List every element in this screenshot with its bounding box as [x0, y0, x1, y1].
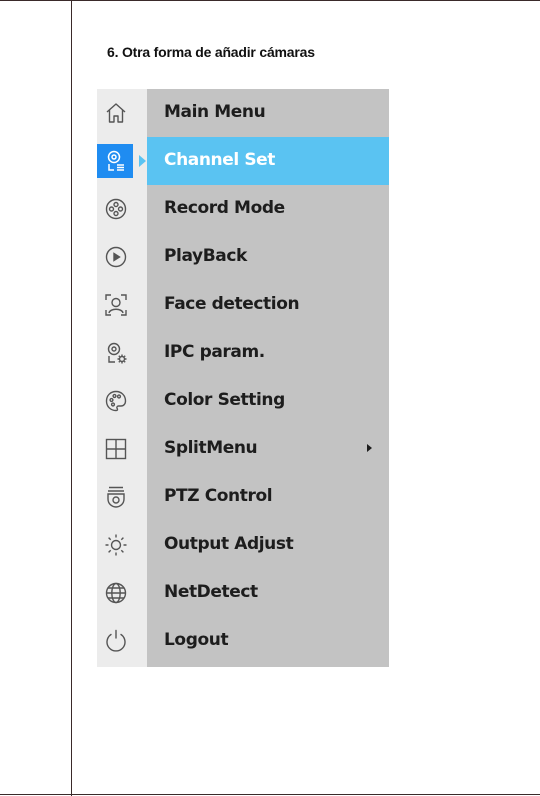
- menu-item-logout[interactable]: Logout: [97, 617, 389, 665]
- menu-item-netdetect[interactable]: NetDetect: [97, 569, 389, 617]
- menu-item-label: SplitMenu: [164, 438, 258, 458]
- menu-item-split-menu[interactable]: SplitMenu: [97, 425, 389, 473]
- split-grid-icon: [104, 437, 128, 461]
- menu-item-record-mode[interactable]: Record Mode: [97, 185, 389, 233]
- brightness-icon: [104, 533, 128, 557]
- menu-item-label: Color Setting: [164, 390, 285, 410]
- menu-item-label: Output Adjust: [164, 534, 294, 554]
- menu-item-label: Record Mode: [164, 198, 285, 218]
- top-border-line: [0, 0, 540, 1]
- palette-icon: [104, 389, 128, 413]
- menu-item-playback[interactable]: PlayBack: [97, 233, 389, 281]
- playback-icon: [104, 245, 128, 269]
- home-icon: [104, 101, 128, 125]
- menu-item-color-setting[interactable]: Color Setting: [97, 377, 389, 425]
- menu-item-label: Logout: [164, 630, 229, 650]
- menu-item-label: IPC param.: [164, 342, 265, 362]
- menu-item-label: NetDetect: [164, 582, 258, 602]
- submenu-arrow-icon: [367, 444, 372, 452]
- menu-item-label: Face detection: [164, 294, 300, 314]
- menu-item-channel-set[interactable]: Channel Set: [97, 137, 389, 185]
- menu-item-label: Main Menu: [164, 102, 266, 122]
- left-margin-rule: [71, 0, 72, 796]
- globe-icon: [104, 581, 128, 605]
- menu-item-output-adjust[interactable]: Output Adjust: [97, 521, 389, 569]
- power-icon: [104, 629, 128, 653]
- menu-item-label: Channel Set: [164, 150, 276, 170]
- section-title: 6. Otra forma de añadir cámaras: [107, 44, 315, 60]
- bottom-border-line: [0, 794, 540, 795]
- face-detection-icon: [104, 293, 128, 317]
- menu-item-ptz-control[interactable]: PTZ Control: [97, 473, 389, 521]
- document-page: 6. Otra forma de añadir cámaras Main Men…: [0, 0, 540, 796]
- record-reel-icon: [104, 197, 128, 221]
- channel-set-icon: [104, 149, 128, 173]
- ipc-param-icon: [104, 341, 128, 365]
- ptz-camera-icon: [104, 485, 128, 509]
- menu-item-label: PTZ Control: [164, 486, 273, 506]
- menu-item-ipc-param[interactable]: IPC param.: [97, 329, 389, 377]
- menu-item-label: PlayBack: [164, 246, 247, 266]
- menu-item-main-menu[interactable]: Main Menu: [97, 89, 389, 137]
- selection-pointer: [139, 155, 146, 167]
- main-menu-screenshot: Main Menu Channel Set Record Mode PlayBa…: [97, 89, 389, 667]
- menu-item-face-detection[interactable]: Face detection: [97, 281, 389, 329]
